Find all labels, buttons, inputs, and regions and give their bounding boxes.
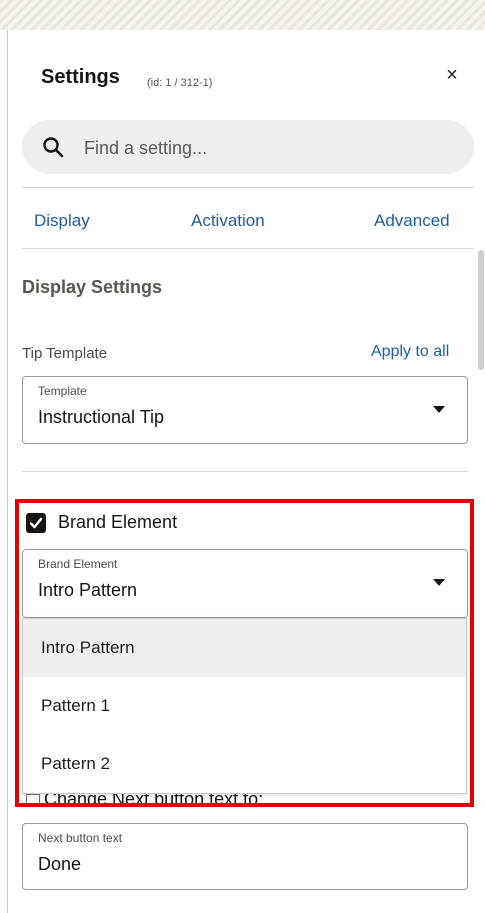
search-icon (43, 137, 64, 158)
template-select-label: Template (38, 384, 87, 398)
caret-down-icon (433, 579, 445, 586)
brand-element-dropdown: Intro Pattern Pattern 1 Pattern 2 (22, 618, 467, 794)
dropdown-option-pattern-2[interactable]: Pattern 2 (23, 735, 466, 793)
next-button-text-field[interactable]: Next button text Done (22, 823, 468, 890)
next-button-text-value[interactable]: Done (38, 854, 81, 875)
scrollbar[interactable] (478, 250, 484, 370)
brand-element-select-label: Brand Element (38, 557, 118, 571)
caret-down-icon (433, 406, 445, 413)
tip-template-label: Tip Template (22, 345, 108, 362)
dropdown-option-intro-pattern[interactable]: Intro Pattern (23, 619, 466, 677)
apply-to-all-link[interactable]: Apply to all (371, 343, 449, 361)
brand-element-checkbox-label[interactable]: Brand Element (58, 512, 177, 533)
next-button-text-label: Next button text (38, 831, 123, 845)
template-select-value: Instructional Tip (38, 407, 165, 427)
divider (22, 471, 468, 472)
tab-display[interactable]: Display (34, 211, 90, 231)
brand-element-select-value: Intro Pattern (38, 580, 138, 600)
close-button[interactable]: × (441, 64, 463, 86)
header-pattern (0, 0, 485, 30)
section-heading: Display Settings (22, 277, 163, 297)
checkmark-icon (29, 517, 43, 529)
divider (22, 187, 474, 188)
change-next-checkbox[interactable] (26, 794, 40, 806)
panel-title: Settings (41, 66, 120, 88)
divider (22, 248, 474, 249)
tab-activation[interactable]: Activation (191, 211, 265, 231)
brand-element-select[interactable]: Brand Element Intro Pattern (22, 549, 468, 618)
search-bar[interactable] (22, 120, 474, 174)
search-input[interactable] (82, 130, 456, 166)
brand-element-checkbox[interactable] (26, 513, 46, 533)
tab-advanced[interactable]: Advanced (374, 211, 450, 231)
dropdown-option-pattern-1[interactable]: Pattern 1 (23, 677, 466, 735)
template-select[interactable]: Template Instructional Tip (22, 376, 468, 444)
panel-id: (id: 1 / 312-1) (147, 77, 213, 89)
close-icon: × (446, 64, 458, 86)
